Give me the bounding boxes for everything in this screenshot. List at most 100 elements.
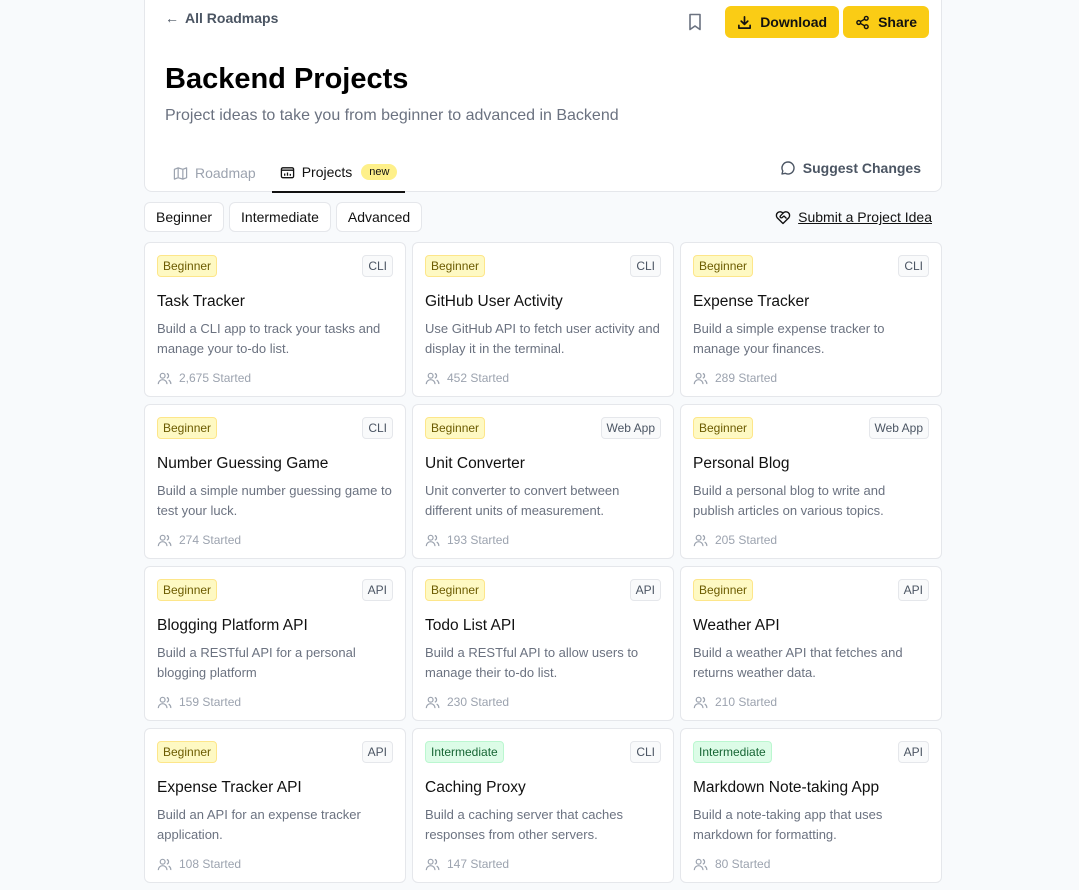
started-count-label: 452 Started [447,371,510,385]
started-count: 230 Started [425,695,509,709]
project-card[interactable]: Beginner CLI GitHub User Activity Use Gi… [412,242,674,397]
filter-beginner[interactable]: Beginner [144,202,225,232]
project-card[interactable]: Beginner API Weather API Build a weather… [680,566,942,721]
project-card[interactable]: Beginner API Blogging Platform API Build… [144,566,406,721]
project-type-badge: API [897,579,929,601]
project-type-badge: API [361,579,393,601]
project-card[interactable]: Intermediate API Markdown Note-taking Ap… [680,728,942,883]
started-count: 205 Started [693,533,777,547]
heart-handshake-icon [775,210,791,224]
difficulty-badge: Beginner [157,579,218,601]
download-icon [738,15,752,29]
project-title: Unit Converter [425,455,525,472]
difficulty-badge: Beginner [693,417,754,439]
users-icon [425,696,440,708]
started-count: 80 Started [693,857,770,871]
started-count-label: 159 Started [179,695,242,709]
users-icon [425,534,440,546]
users-icon [693,858,708,870]
project-card[interactable]: Beginner CLI Expense Tracker Build a sim… [680,242,942,397]
started-count: 274 Started [157,533,241,547]
project-card[interactable]: Beginner Web App Personal Blog Build a p… [680,404,942,559]
filter-intermediate[interactable]: Intermediate [229,202,331,232]
project-title: Number Guessing Game [157,455,329,472]
project-description: Build a personal blog to write and publi… [693,483,886,518]
tab-projects[interactable]: Projects new [271,153,406,193]
difficulty-badge: Beginner [425,417,486,439]
page-title: Backend Projects [165,63,409,95]
project-description: Build an API for an expense tracker appl… [157,807,361,842]
project-description: Build a weather API that fetches and ret… [693,645,903,680]
projects-icon [280,166,294,178]
page-subtitle: Project ideas to take you from beginner … [165,107,619,124]
project-type-badge: CLI [362,255,393,277]
difficulty-badge: Beginner [425,255,486,277]
started-count-label: 289 Started [715,371,778,385]
started-count-label: 274 Started [179,533,242,547]
users-icon [157,858,172,870]
started-count: 210 Started [693,695,777,709]
submit-project-idea-link[interactable]: Submit a Project Idea [775,209,932,225]
message-circle-icon [781,161,795,175]
started-count: 108 Started [157,857,241,871]
started-count-label: 147 Started [447,857,510,871]
project-description: Build a CLI app to track your tasks and … [157,321,381,356]
back-link-label: All Roadmaps [185,10,279,26]
users-icon [425,372,440,384]
bookmark-button[interactable] [679,6,711,38]
project-type-badge: CLI [898,255,929,277]
difficulty-badge: Intermediate [693,741,772,763]
started-count-label: 80 Started [715,857,771,871]
difficulty-badge: Beginner [157,417,218,439]
difficulty-badge: Beginner [425,579,486,601]
difficulty-badge: Beginner [693,255,754,277]
project-description: Build a RESTful API to allow users to ma… [425,645,639,680]
download-button[interactable]: Download [725,6,840,38]
project-card[interactable]: Beginner API Expense Tracker API Build a… [144,728,406,883]
users-icon [157,372,172,384]
map-icon [173,166,188,180]
tab-bar: Roadmap Projects new [165,153,413,193]
difficulty-badge: Intermediate [425,741,504,763]
suggest-changes-label: Suggest Changes [802,160,921,176]
project-title: Task Tracker [157,293,245,310]
difficulty-filters: Beginner Intermediate Advanced [144,202,423,232]
project-title: Weather API [693,617,780,634]
roadmap-header: ← All Roadmaps Download Share Backend Pr… [144,0,942,193]
users-icon [693,696,708,708]
tab-roadmap-label: Roadmap [195,165,256,181]
project-card[interactable]: Beginner CLI Task Tracker Build a CLI ap… [144,242,406,397]
share-button[interactable]: Share [843,6,929,38]
project-card[interactable]: Beginner Web App Unit Converter Unit con… [412,404,674,559]
started-count: 452 Started [425,371,509,385]
tab-roadmap[interactable]: Roadmap [165,153,264,193]
project-card[interactable]: Intermediate CLI Caching Proxy Build a c… [412,728,674,883]
project-title: Expense Tracker [693,293,810,310]
project-type-badge: API [897,741,929,763]
started-count: 147 Started [425,857,509,871]
users-icon [693,372,708,384]
tab-projects-label: Projects [301,164,353,180]
project-type-badge: Web App [868,417,929,439]
project-description: Build a simple number guessing game to t… [157,483,392,518]
started-count-label: 108 Started [179,857,242,871]
share-label: Share [878,14,917,30]
project-title: Todo List API [425,617,516,634]
project-type-badge: API [361,741,393,763]
project-card[interactable]: Beginner API Todo List API Build a RESTf… [412,566,674,721]
started-count: 2,675 Started [157,371,251,385]
back-to-roadmaps-link[interactable]: ← All Roadmaps [165,10,278,26]
project-type-badge: CLI [630,255,661,277]
project-description: Use GitHub API to fetch user activity an… [425,321,660,356]
project-title: Personal Blog [693,455,790,472]
project-description: Build a note-taking app that uses markdo… [693,807,883,842]
suggest-changes-button[interactable]: Suggest Changes [780,160,921,176]
share-icon [856,15,869,29]
project-title: GitHub User Activity [425,293,563,310]
started-count: 289 Started [693,371,777,385]
filter-advanced[interactable]: Advanced [335,202,423,232]
started-count-label: 193 Started [447,533,510,547]
project-type-badge: API [629,579,661,601]
started-count-label: 205 Started [715,533,778,547]
project-card[interactable]: Beginner CLI Number Guessing Game Build … [144,404,406,559]
